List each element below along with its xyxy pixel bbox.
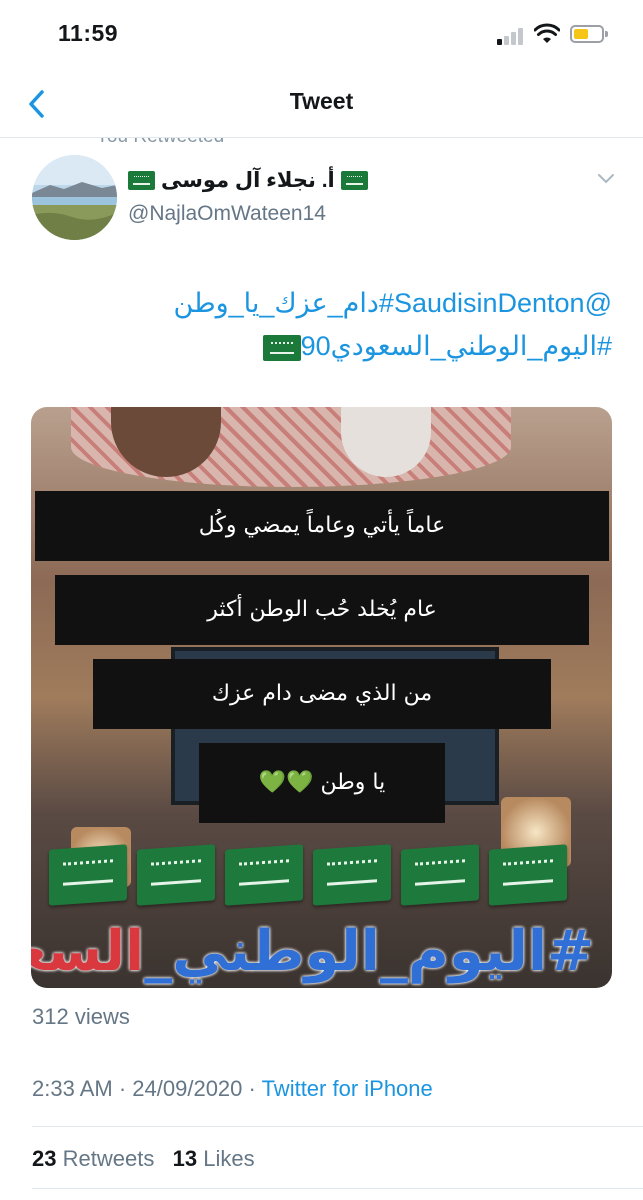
retweets-stat[interactable]: 23 Retweets [32, 1146, 154, 1171]
divider [32, 1126, 643, 1127]
chevron-down-icon[interactable] [596, 172, 616, 186]
caption-text: يا وطن [320, 770, 386, 795]
video-caption-3: من الذي مضى دام عزك [93, 659, 551, 729]
hashtag-link[interactable]: #اليوم_الوطني_السعودي90 [301, 331, 612, 361]
avatar-landscape-icon [32, 155, 117, 240]
tweet-meta: 2:33 AM · 24/09/2020 · Twitter for iPhon… [32, 1076, 433, 1102]
view-count: 312 views [32, 1004, 130, 1029]
tweet-stats: 23 Retweets 13 Likes [32, 1146, 255, 1172]
video-hashtag: #اليوم_الوطني_السعودي [31, 919, 594, 984]
saudi-flag-icon [49, 844, 127, 906]
retweets-count: 23 [32, 1146, 57, 1171]
saudi-flag-icon [401, 844, 479, 906]
saudi-flag-icon [262, 334, 301, 361]
saudi-flag-icon [313, 844, 391, 906]
flag-row [49, 844, 612, 907]
green-heart-icon: 💚💚 [258, 770, 314, 795]
meta-separator: · [248, 1076, 256, 1101]
tweet-date: 24/09/2020 [132, 1076, 243, 1101]
video-player[interactable]: عاماً يأتي وعاماً يمضي وكُل عام يُخلد حُ… [31, 407, 612, 988]
hashtag-blue: #اليوم_الوطني_ [144, 919, 594, 984]
saudi-flag-icon [137, 844, 215, 906]
video-caption-1: عاماً يأتي وعاماً يمضي وكُل [35, 491, 609, 561]
saudi-flag-icon [489, 844, 567, 906]
author-handle[interactable]: @NajlaOmWateen14 [128, 202, 326, 226]
likes-count: 13 [172, 1146, 198, 1171]
hashtag-red: السعودي [31, 919, 145, 984]
retweets-label: Retweets [62, 1146, 155, 1171]
retweeted-context: You Retweeted [96, 138, 396, 148]
retweeted-label: You Retweeted [96, 138, 224, 147]
display-name-text: أ. نجلاء آل موسى [161, 169, 335, 192]
tweet-time: 2:33 AM [32, 1076, 113, 1101]
meta-separator: · [118, 1076, 127, 1101]
battery-icon [570, 25, 608, 43]
divider [32, 1188, 643, 1189]
tweet-line-1[interactable]: @SaudisinDenton#دام_عزك_يا_وطن [32, 282, 612, 325]
tweet-text: @SaudisinDenton#دام_عزك_يا_وطن #اليوم_ال… [32, 282, 612, 368]
saudi-flag-icon [225, 844, 303, 906]
saudi-flag-icon [340, 171, 368, 190]
likes-stat[interactable]: 13 Likes [173, 1146, 255, 1171]
video-caption-2: عام يُخلد حُب الوطن أكثر [55, 575, 589, 645]
author-display-name[interactable]: أ. نجلاء آل موسى [128, 168, 374, 193]
avatar[interactable] [32, 155, 117, 240]
saudi-flag-icon [128, 171, 155, 190]
tweet-source-link[interactable]: Twitter for iPhone [262, 1076, 433, 1101]
wifi-icon [534, 23, 560, 43]
status-time: 11:59 [58, 20, 119, 46]
video-caption-4: يا وطن 💚💚 [199, 743, 445, 823]
page-title: Tweet [289, 88, 354, 114]
tweet-line-2[interactable]: #اليوم_الوطني_السعودي90 [32, 325, 612, 368]
likes-label: Likes [203, 1146, 255, 1171]
cellular-signal-icon [497, 27, 525, 45]
